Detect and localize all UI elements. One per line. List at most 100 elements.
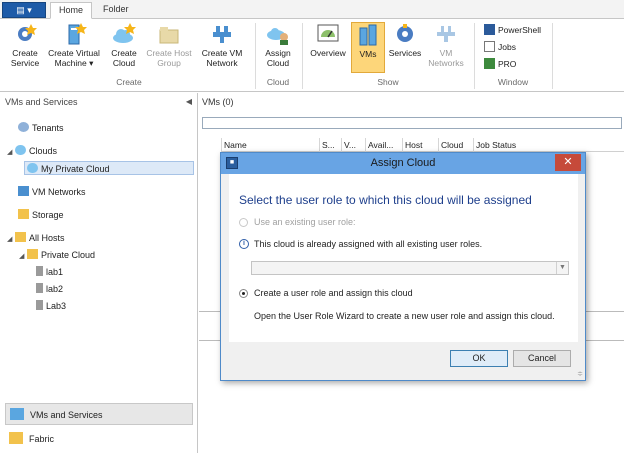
services-button[interactable]: Services (387, 22, 423, 58)
column-header-job-status[interactable]: Job Status (473, 138, 624, 152)
ribbon: Create Service Create Virtual Machine ▾ … (0, 19, 624, 92)
vms-count-header: VMs (0) (202, 97, 234, 107)
vms-button[interactable]: VMs (351, 22, 385, 73)
info-icon: i (239, 239, 249, 249)
user-role-dropdown[interactable]: ▼ (251, 261, 569, 275)
fabric-icon (9, 432, 23, 444)
create-vm-network-button[interactable]: Create VM Network (197, 22, 247, 68)
powershell-icon (484, 24, 495, 35)
tab-home[interactable]: Home (50, 2, 93, 19)
use-existing-role-radio[interactable] (239, 218, 248, 227)
tree-item-vm-networks[interactable]: VM Networks (18, 185, 86, 199)
group-separator (302, 23, 303, 89)
assign-cloud-dialog: Assign Cloud ■ ✕ Select the user role to… (220, 152, 586, 381)
create-service-button[interactable]: Create Service (6, 22, 44, 68)
column-header-cloud[interactable]: Cloud (438, 138, 473, 152)
column-header-status[interactable]: S... (319, 138, 341, 152)
group-label-cloud: Cloud (266, 77, 290, 87)
cloud-icon (27, 163, 38, 173)
assign-cloud-button[interactable]: Assign Cloud (259, 22, 297, 68)
create-role-description: Open the User Role Wizard to create a ne… (254, 311, 555, 321)
host-icon (36, 266, 43, 276)
jobs-button[interactable]: Jobs (484, 40, 516, 54)
dialog-app-icon: ■ (226, 157, 238, 169)
tree-item-lab2[interactable]: lab2 (36, 282, 63, 296)
vms-and-services-icon (10, 408, 24, 420)
tree-item-all-hosts[interactable]: ◢ All Hosts (7, 231, 65, 245)
resize-grip-icon[interactable]: ≑ (577, 370, 583, 378)
chevron-down-icon[interactable]: ▼ (556, 262, 568, 274)
info-text: This cloud is already assigned with all … (254, 239, 483, 249)
collapse-pane-icon[interactable]: ◀ (186, 93, 192, 111)
close-icon: ✕ (563, 156, 573, 168)
host-icon (36, 300, 43, 310)
folder-icon (27, 249, 38, 259)
overview-button[interactable]: Overview (307, 22, 349, 58)
expand-arrow-icon[interactable]: ◢ (19, 250, 27, 264)
use-existing-role-label: Use an existing user role: (254, 217, 356, 227)
column-header-vm[interactable]: V... (341, 138, 365, 152)
app-menu-button[interactable]: ▤ ▾ (2, 2, 46, 18)
group-separator (552, 23, 553, 89)
navigation-header-label: VMs and Services (5, 97, 78, 107)
dialog-title: Assign Cloud (370, 157, 436, 169)
cancel-button[interactable]: Cancel (513, 350, 571, 367)
vm-networks-button[interactable]: VM Networks (424, 22, 468, 68)
group-separator (255, 23, 256, 89)
dialog-title-bar: Assign Cloud (221, 153, 585, 174)
tab-folder[interactable]: Folder (95, 2, 137, 19)
tree-item-private-cloud[interactable]: ◢ Private Cloud (19, 248, 95, 262)
workspace-fabric[interactable]: Fabric (5, 428, 193, 450)
navigation-header: VMs and Services (0, 93, 198, 111)
storage-icon (18, 209, 29, 219)
powershell-button[interactable]: PowerShell (484, 23, 541, 37)
group-label-create: Create (116, 77, 142, 87)
tree-item-storage[interactable]: Storage (18, 208, 64, 222)
jobs-icon (484, 41, 495, 52)
column-header-name[interactable]: Name (221, 138, 319, 152)
workspace-vms-and-services[interactable]: VMs and Services (5, 403, 193, 425)
vm-networks-tree-icon (18, 186, 29, 196)
services-icon (397, 24, 413, 42)
expand-arrow-icon[interactable]: ◢ (7, 146, 15, 160)
pro-button[interactable]: PRO (484, 57, 516, 71)
ok-button[interactable]: OK (450, 350, 508, 367)
create-virtual-machine-button[interactable]: Create Virtual Machine ▾ (44, 22, 104, 68)
create-service-icon (18, 24, 37, 41)
dialog-body: Select the user role to which this cloud… (229, 174, 578, 342)
ribbon-tab-bar: ▤ ▾ Home Folder (0, 0, 624, 19)
grid-header: Name S... V... Avail... Host Cloud Job S… (221, 138, 624, 152)
vms-icon (359, 24, 377, 46)
close-button[interactable]: ✕ (555, 154, 581, 171)
group-label-show: Show (377, 77, 399, 87)
vm-networks-icon (437, 26, 455, 42)
host-icon (36, 283, 43, 293)
create-cloud-icon (113, 23, 136, 43)
expand-arrow-icon[interactable]: ◢ (7, 233, 15, 247)
group-label-window: Window (497, 77, 529, 87)
tree-item-lab3[interactable]: Lab3 (36, 299, 66, 313)
create-user-role-radio[interactable] (239, 289, 248, 298)
pro-icon (484, 58, 495, 69)
tree-item-clouds[interactable]: ◢ Clouds (7, 144, 57, 158)
create-host-group-button[interactable]: Create Host Group (143, 22, 195, 68)
clouds-icon (15, 145, 26, 155)
column-header-host[interactable]: Host (402, 138, 438, 152)
search-input[interactable] (202, 117, 622, 129)
dialog-heading: Select the user role to which this cloud… (239, 193, 532, 207)
tree-item-tenants[interactable]: Tenants (18, 121, 64, 135)
column-header-availability[interactable]: Avail... (365, 138, 402, 152)
folder-icon (15, 232, 26, 242)
assign-cloud-icon (267, 28, 288, 45)
create-cloud-button[interactable]: Create Cloud (106, 22, 142, 68)
tenants-icon (18, 122, 29, 132)
virtual-machine-icon (68, 23, 87, 45)
group-separator (474, 23, 475, 89)
navigation-pane: VMs and Services ◀ Tenants ◢ Clouds My Pr… (0, 93, 198, 453)
app-menu-icon: ▤ (16, 5, 25, 15)
tree-item-my-private-cloud[interactable]: My Private Cloud (24, 161, 194, 175)
overview-icon (317, 24, 339, 42)
vm-network-icon (213, 26, 231, 43)
host-group-icon (159, 27, 179, 44)
tree-item-lab1[interactable]: lab1 (36, 265, 63, 279)
